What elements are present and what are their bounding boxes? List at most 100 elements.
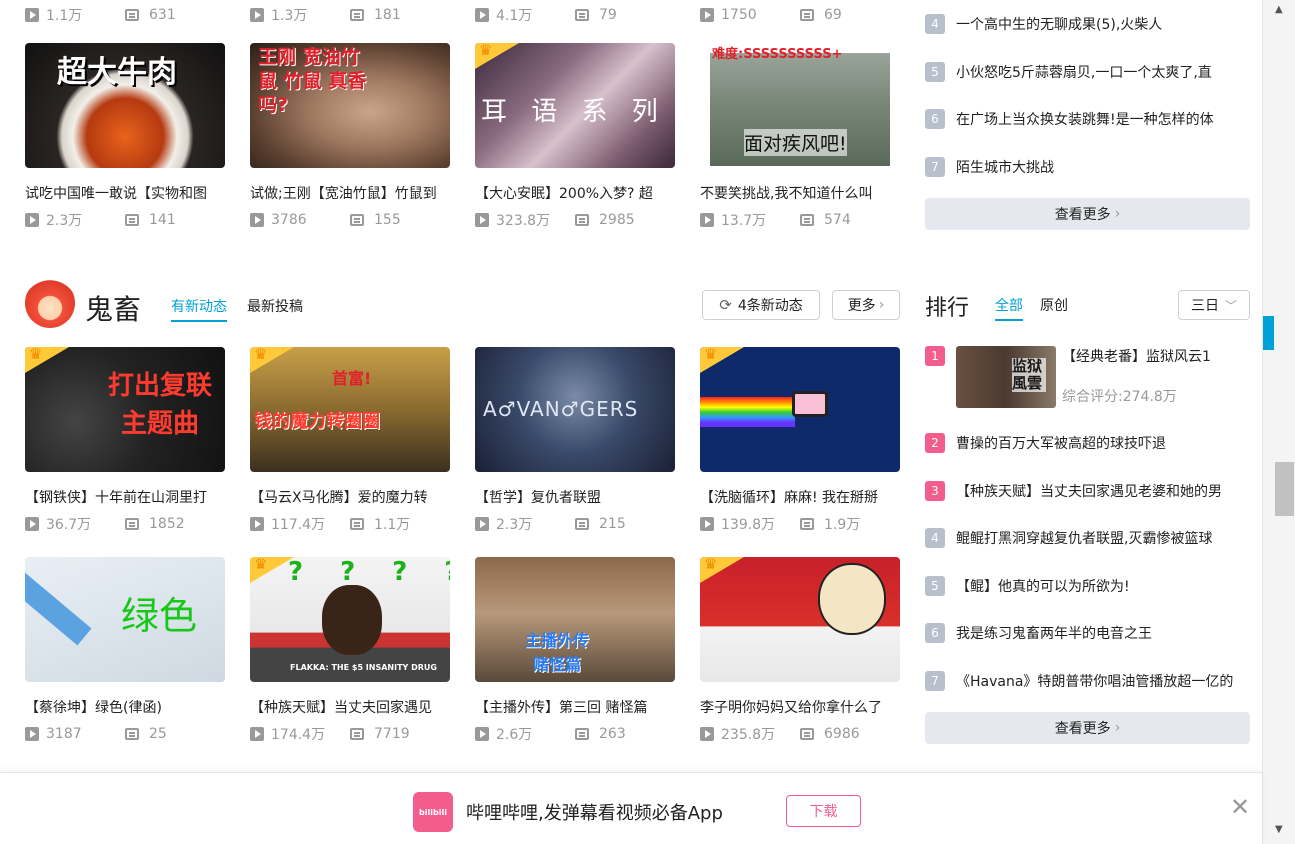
bilibili-logo-icon: bilibili bbox=[413, 792, 453, 832]
video-card[interactable]: A♂VAN♂GERS 【哲学】复仇者联盟 2.3万 215 bbox=[475, 347, 675, 534]
play-icon bbox=[700, 213, 714, 227]
see-more-button[interactable]: 查看更多 › bbox=[925, 198, 1250, 230]
side-nav-marker bbox=[1263, 316, 1274, 350]
play-count: 2.3万 bbox=[496, 517, 533, 533]
more-button[interactable]: 更多 › bbox=[832, 290, 900, 320]
video-card[interactable]: 打出复联 主题曲 【钢铁侠】十年前在山洞里打 36.7万 1852 bbox=[25, 347, 225, 534]
video-title[interactable]: 试做;王刚【宽油竹鼠】竹鼠到 bbox=[250, 183, 450, 203]
play-icon bbox=[25, 727, 39, 741]
rank-item[interactable]: 4 鲲鲲打黑洞穿越复仇者联盟,灭霸惨被篮球 bbox=[925, 528, 1250, 548]
danmaku-count: 2985 bbox=[599, 212, 635, 228]
download-button[interactable]: 下载 bbox=[786, 795, 861, 827]
rank-title[interactable]: 曹操的百万大军被高超的球技吓退 bbox=[956, 433, 1250, 453]
play-count: 1.3万 bbox=[271, 8, 308, 24]
video-title[interactable]: 李子明你妈妈又给你拿什么了 bbox=[700, 697, 900, 717]
rank-title[interactable]: 在广场上当众换女装跳舞!是一种怎样的体 bbox=[956, 109, 1250, 129]
scroll-up-icon[interactable]: ▲ bbox=[1275, 4, 1283, 15]
rank-title[interactable]: 《Havana》特朗普带你唱油管播放超一亿的 bbox=[956, 671, 1250, 691]
rank-title[interactable]: 【种族天赋】当丈夫回家遇见老婆和她的男 bbox=[956, 481, 1250, 501]
scrollbar-thumb[interactable] bbox=[1275, 462, 1294, 516]
video-thumbnail[interactable] bbox=[700, 557, 900, 682]
video-thumbnail[interactable]: 难度:SSSSSSSSSS+ 面对疾风吧! bbox=[700, 43, 900, 168]
video-card[interactable]: 主播外传 赌怪篇 【主播外传】第三回 赌怪篇 2.6万 263 bbox=[475, 557, 675, 744]
rank-item[interactable]: 6 我是练习鬼畜两年半的电音之王 bbox=[925, 623, 1250, 643]
video-card[interactable]: 难度:SSSSSSSSSS+ 面对疾风吧! 不要笑挑战,我不知道什么叫 13.7… bbox=[700, 43, 900, 230]
video-card[interactable]: 李子明你妈妈又给你拿什么了 235.8万 6986 bbox=[700, 557, 900, 744]
scrollbar[interactable]: ▲ ▼ bbox=[1262, 0, 1295, 844]
video-thumbnail[interactable]: 王刚 宽油竹鼠 竹鼠 真香吗? bbox=[250, 43, 450, 168]
rank-item[interactable]: 7 陌生城市大挑战 bbox=[925, 157, 1250, 177]
thumbnail-caption: 王刚 宽油竹鼠 竹鼠 真香吗? bbox=[258, 46, 367, 116]
tab-new-activity[interactable]: 有新动态 bbox=[171, 296, 227, 322]
danmaku-icon bbox=[125, 9, 139, 21]
rank-item[interactable]: 3 【种族天赋】当丈夫回家遇见老婆和她的男 bbox=[925, 481, 1250, 501]
video-thumbnail[interactable]: A♂VAN♂GERS bbox=[475, 347, 675, 472]
video-thumbnail[interactable]: 打出复联 主题曲 bbox=[25, 347, 225, 472]
rank-title[interactable]: 我是练习鬼畜两年半的电音之王 bbox=[956, 623, 1250, 643]
danmaku-count: 181 bbox=[374, 7, 401, 23]
play-count: 4.1万 bbox=[496, 8, 533, 24]
danmaku-icon bbox=[350, 728, 364, 740]
tab-rank-all[interactable]: 全部 bbox=[995, 295, 1023, 321]
scroll-down-icon[interactable]: ▼ bbox=[1275, 824, 1283, 835]
video-title[interactable]: 【主播外传】第三回 赌怪篇 bbox=[475, 697, 675, 717]
video-card[interactable]: 王刚 宽油竹鼠 竹鼠 真香吗? 试做;王刚【宽油竹鼠】竹鼠到 3786 155 bbox=[250, 43, 450, 230]
rank-number: 4 bbox=[925, 528, 945, 548]
video-thumbnail[interactable]: 主播外传 赌怪篇 bbox=[475, 557, 675, 682]
danmaku-icon bbox=[575, 9, 589, 21]
video-card[interactable]: ? ? ? ? FLAKKA: THE $5 INSANITY DRUG 【种族… bbox=[250, 557, 450, 744]
rank-item[interactable]: 5 【鲲】他真的可以为所欲为! bbox=[925, 576, 1250, 596]
rank-item[interactable]: 6 在广场上当众换女装跳舞!是一种怎样的体 bbox=[925, 109, 1250, 129]
video-title[interactable]: 【马云X马化腾】爱的魔力转 bbox=[250, 487, 450, 507]
video-card[interactable]: 超大牛肉 试吃中国唯一敢说【实物和图 2.3万 141 bbox=[25, 43, 225, 230]
video-card[interactable]: 耳 语 系 列 【大心安眠】200%入梦? 超 323.8万 2985 bbox=[475, 43, 675, 230]
chevron-down-icon: ﹀ bbox=[1224, 298, 1237, 313]
nyan-cat-icon bbox=[792, 391, 828, 417]
rank-thumbnail[interactable]: 监狱 風雲 bbox=[956, 346, 1056, 408]
tab-rank-original[interactable]: 原创 bbox=[1040, 295, 1068, 315]
rank-number: 3 bbox=[925, 481, 945, 501]
app-download-bar: bilibili 哔哩哔哩,发弹幕看视频必备App 下载 ✕ bbox=[0, 772, 1262, 844]
video-thumbnail[interactable]: 耳 语 系 列 bbox=[475, 43, 675, 168]
video-title[interactable]: 【蔡徐坤】绿色(律函) bbox=[25, 697, 225, 717]
rank-item-first[interactable]: 1 监狱 風雲 【经典老番】监狱风云1 综合评分:274.8万 bbox=[925, 346, 1250, 408]
new-activity-button[interactable]: ⟳ 4条新动态 bbox=[702, 290, 820, 320]
range-dropdown[interactable]: 三日 ﹀ bbox=[1178, 290, 1250, 320]
see-more-label: 查看更多 bbox=[1054, 721, 1111, 737]
rank-title[interactable]: 【鲲】他真的可以为所欲为! bbox=[956, 576, 1250, 596]
see-more-label: 查看更多 bbox=[1054, 207, 1111, 223]
tab-latest-upload[interactable]: 最新投稿 bbox=[247, 296, 303, 316]
video-title[interactable]: 【哲学】复仇者联盟 bbox=[475, 487, 675, 507]
thumbnail-caption: 主播外传 赌怪篇 bbox=[524, 631, 589, 674]
thumbnail-caption: 打出复联 主题曲 bbox=[107, 371, 212, 439]
video-title[interactable]: 试吃中国唯一敢说【实物和图 bbox=[25, 183, 225, 203]
video-thumbnail[interactable]: ? ? ? ? FLAKKA: THE $5 INSANITY DRUG bbox=[250, 557, 450, 682]
rank-item[interactable]: 5 小伙怒吃5斤蒜蓉扇贝,一口一个太爽了,直 bbox=[925, 62, 1250, 82]
video-thumbnail[interactable]: 超大牛肉 bbox=[25, 43, 225, 168]
video-title[interactable]: 【钢铁侠】十年前在山洞里打 bbox=[25, 487, 225, 507]
rank-title[interactable]: 陌生城市大挑战 bbox=[956, 157, 1250, 177]
rank-title[interactable]: 小伙怒吃5斤蒜蓉扇贝,一口一个太爽了,直 bbox=[956, 62, 1250, 82]
rank-item[interactable]: 4 一个高中生的无聊成果(5),火柴人 bbox=[925, 14, 1250, 34]
rank-title[interactable]: 一个高中生的无聊成果(5),火柴人 bbox=[956, 14, 1250, 34]
range-value: 三日 bbox=[1190, 298, 1219, 314]
rank-item[interactable]: 2 曹操的百万大军被高超的球技吓退 bbox=[925, 433, 1250, 453]
danmaku-icon bbox=[800, 518, 814, 530]
see-more-button[interactable]: 查看更多 › bbox=[925, 712, 1250, 744]
video-thumbnail[interactable]: 绿色 bbox=[25, 557, 225, 682]
crown-badge-icon bbox=[700, 557, 744, 583]
video-title[interactable]: 【种族天赋】当丈夫回家遇见 bbox=[250, 697, 450, 717]
rank-item[interactable]: 7 《Havana》特朗普带你唱油管播放超一亿的 bbox=[925, 671, 1250, 691]
video-title[interactable]: 【洗脑循环】麻麻! 我在掰掰 bbox=[700, 487, 900, 507]
rank-title[interactable]: 【经典老番】监狱风云1 bbox=[1062, 346, 1211, 366]
video-thumbnail[interactable]: 首富! 钱的魔力转圈圈 bbox=[250, 347, 450, 472]
video-title[interactable]: 不要笑挑战,我不知道什么叫 bbox=[700, 183, 900, 203]
video-card[interactable]: 【洗脑循环】麻麻! 我在掰掰 139.8万 1.9万 bbox=[700, 347, 900, 534]
play-icon bbox=[475, 8, 489, 22]
video-thumbnail[interactable] bbox=[700, 347, 900, 472]
video-card[interactable]: 首富! 钱的魔力转圈圈 【马云X马化腾】爱的魔力转 117.4万 1.1万 bbox=[250, 347, 450, 534]
close-icon[interactable]: ✕ bbox=[1230, 793, 1250, 821]
video-card[interactable]: 绿色 【蔡徐坤】绿色(律函) 3187 25 bbox=[25, 557, 225, 744]
video-title[interactable]: 【大心安眠】200%入梦? 超 bbox=[475, 183, 675, 203]
rank-title[interactable]: 鲲鲲打黑洞穿越复仇者联盟,灭霸惨被篮球 bbox=[956, 528, 1250, 548]
